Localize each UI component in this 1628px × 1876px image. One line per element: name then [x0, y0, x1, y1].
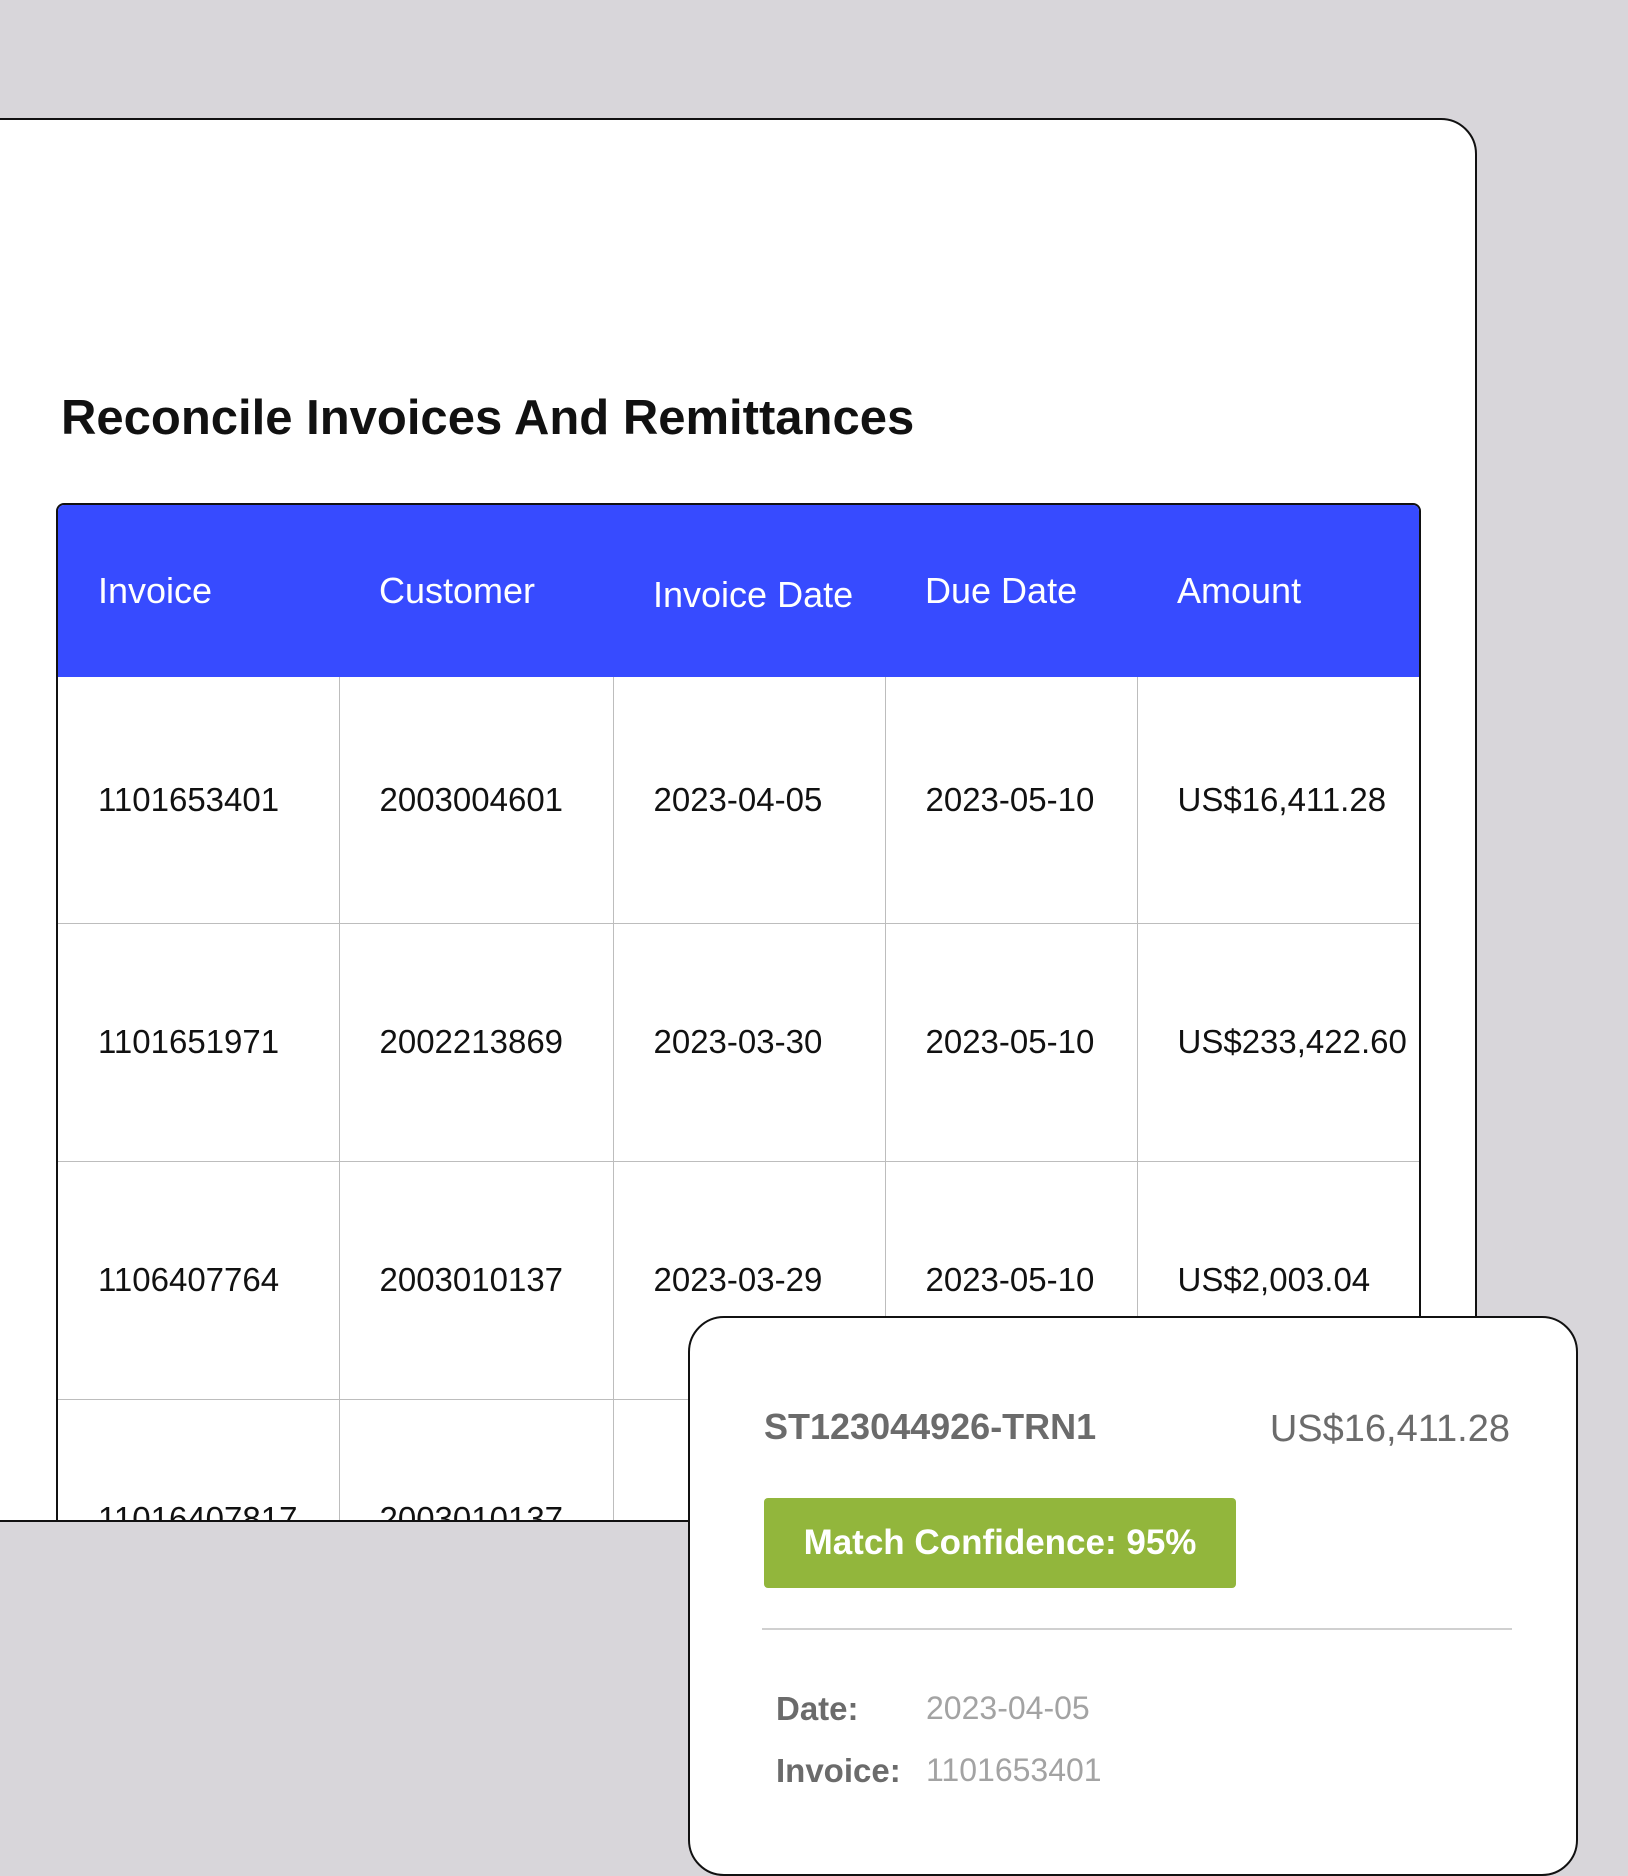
- table-row[interactable]: 1101651971 2002213869 2023-03-30 2023-05…: [58, 923, 1419, 1162]
- cell-due-date: 2023-05-10: [884, 923, 1137, 1162]
- cell-invoice: 11016407817: [98, 1500, 298, 1522]
- match-confidence-badge: Match Confidence: 95%: [764, 1498, 1236, 1588]
- date-value: 2023-04-05: [926, 1690, 1090, 1726]
- remittance-match-card[interactable]: ST123044926-TRN1 US$16,411.28 Match Conf…: [688, 1316, 1578, 1876]
- transaction-amount: US$16,411.28: [1269, 1408, 1510, 1450]
- invoice-label: Invoice:: [776, 1752, 901, 1789]
- invoice-panel: Reconcile Invoices And Remittances Invoi…: [0, 118, 1477, 1522]
- cell-amount: US$233,422.60: [1136, 923, 1419, 1162]
- column-header-invoice-date[interactable]: Invoice Date: [613, 505, 885, 677]
- cell-invoice: 1101653401: [58, 677, 339, 924]
- table-header-row: Invoice Customer Invoice Date Due Date A…: [58, 505, 1419, 677]
- column-header-due-date[interactable]: Due Date: [885, 505, 1137, 677]
- column-header-customer[interactable]: Customer: [339, 505, 613, 677]
- cell-amount: US$16,411.28: [1136, 677, 1419, 924]
- table-row[interactable]: 1101653401 2003004601 2023-04-05 2023-05…: [58, 677, 1419, 924]
- cell-customer: 2002213869: [338, 923, 613, 1162]
- cell-invoice-date: 2023-03-30: [612, 923, 885, 1162]
- page-title: Reconcile Invoices And Remittances: [61, 391, 915, 445]
- cell-customer: 2003010137: [338, 1161, 613, 1400]
- transaction-id: ST123044926-TRN1: [764, 1406, 1097, 1447]
- cell-invoice: 1101651971: [58, 923, 339, 1162]
- invoice-value: 1101653401: [926, 1752, 1102, 1788]
- cell-invoice: 1106407764: [58, 1161, 339, 1400]
- cell-customer: 2003010137: [338, 1399, 613, 1520]
- column-header-invoice[interactable]: Invoice: [58, 505, 339, 677]
- card-divider: [762, 1628, 1512, 1630]
- cell-invoice-date: 2023-04-05: [612, 677, 885, 924]
- cell-customer: 2003004601: [338, 677, 613, 924]
- date-label: Date:: [776, 1690, 859, 1727]
- cell-due-date: 2023-05-10: [884, 677, 1137, 924]
- column-header-amount[interactable]: Amount: [1137, 505, 1419, 677]
